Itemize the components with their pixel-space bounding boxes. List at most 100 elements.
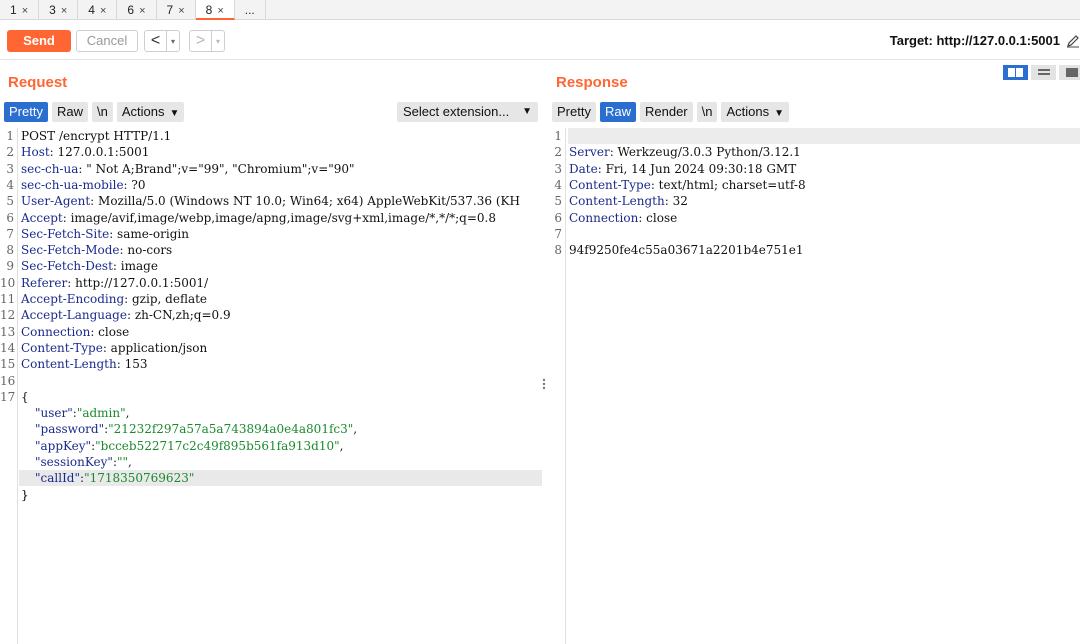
chevron-down-icon: ▼ bbox=[169, 108, 180, 119]
line-number: 7 bbox=[6, 226, 14, 241]
request-actions-menu[interactable]: Actions ▼ bbox=[116, 102, 185, 122]
request-title: Request bbox=[8, 74, 68, 91]
side-by-side-layout-icon[interactable] bbox=[1003, 65, 1028, 80]
tab-8[interactable]: 8 × bbox=[195, 0, 235, 20]
layout-toggles bbox=[1003, 65, 1080, 80]
single-pane-layout-icon[interactable] bbox=[1059, 65, 1080, 80]
close-tab-icon[interactable]: × bbox=[22, 5, 28, 17]
editor-line: Host: 127.0.0.1:5001 bbox=[21, 144, 149, 160]
tab-bar: 1 × 3 × 4 × 6 × 7 × 8 ×... bbox=[0, 0, 1080, 20]
header-value: image/avif,image/webp,image/apng,image/s… bbox=[66, 210, 496, 225]
request-tab-raw[interactable]: Raw bbox=[51, 102, 88, 122]
json-value: "admin" bbox=[76, 406, 126, 421]
header-value: Mozilla/5.0 (Windows NT 10.0; Win64; x64… bbox=[94, 194, 520, 209]
tab-overflow[interactable]: ... bbox=[235, 0, 266, 20]
editor-line: Sec-Fetch-Mode: no-cors bbox=[21, 242, 172, 258]
response-title: Response bbox=[556, 74, 628, 91]
header-value: http://127.0.0.1:5001/ bbox=[71, 275, 209, 290]
response-editor[interactable]: 1HTTP/1.1 200 OK2Server: Werkzeug/3.0.3 … bbox=[548, 128, 1080, 644]
tab-3[interactable]: 3 × bbox=[39, 0, 79, 20]
tab-4[interactable]: 4 × bbox=[78, 0, 118, 20]
tab-6[interactable]: 6 × bbox=[117, 0, 157, 20]
request-view-tabs: Pretty Raw \n Actions ▼ bbox=[4, 102, 185, 122]
back-arrow-icon[interactable]: < bbox=[145, 31, 167, 51]
request-editor[interactable]: 1 POST /encrypt HTTP/1.1 2 Host: 127.0.0.1:… bbox=[0, 128, 548, 644]
select-extension-dropdown[interactable]: Select extension... ▼ bbox=[397, 102, 538, 122]
editor-line: Content-Type: text/html; charset=utf-8 bbox=[569, 177, 806, 193]
header-name: Server bbox=[569, 145, 610, 160]
request-tab-newline[interactable]: \n bbox=[91, 102, 113, 122]
chevron-down-icon: ▼ bbox=[774, 108, 785, 119]
close-tab-icon[interactable]: × bbox=[61, 5, 67, 17]
line-number: 14 bbox=[0, 340, 16, 355]
close-tab-icon[interactable]: × bbox=[217, 5, 223, 17]
header-name: Content-Type bbox=[21, 340, 103, 355]
json-field: "callId":"1718350769623" bbox=[35, 470, 194, 486]
header-value: text/html; charset=utf-8 bbox=[654, 177, 806, 192]
header-value: same-origin bbox=[113, 226, 189, 241]
more-options-icon[interactable] bbox=[541, 377, 547, 391]
tab-7[interactable]: 7 × bbox=[157, 0, 196, 20]
json-key: "sessionKey" bbox=[35, 455, 113, 469]
header-name: sec-ch-ua-mobile bbox=[21, 177, 124, 192]
header-value: zh-CN,zh;q=0.9 bbox=[131, 308, 231, 323]
line-number: 8 bbox=[6, 243, 14, 258]
response-view-tabs: Pretty Raw Render \n Actions ▼ bbox=[552, 102, 790, 122]
response-tab-pretty[interactable]: Pretty bbox=[552, 102, 596, 122]
header-value: ?0 bbox=[127, 177, 146, 192]
close-tab-icon[interactable]: × bbox=[139, 5, 145, 17]
back-history-dropdown-icon[interactable]: ▾ bbox=[167, 31, 179, 51]
header-name: Connection bbox=[569, 210, 639, 225]
editor-line: Content-Length: 153 bbox=[21, 356, 147, 372]
request-tab-pretty[interactable]: Pretty bbox=[4, 102, 48, 122]
json-value: "bcceb522717c2c49f895b561fa913d10" bbox=[95, 438, 340, 453]
line-number: 10 bbox=[0, 275, 16, 290]
back-nav-group[interactable]: < ▾ bbox=[144, 30, 180, 52]
editor-line: Sec-Fetch-Site: same-origin bbox=[21, 226, 189, 242]
line-number: 5 bbox=[6, 194, 14, 209]
tab-1[interactable]: 1 × bbox=[0, 0, 40, 20]
header-name: Content-Type bbox=[569, 177, 651, 192]
editor-line: sec-ch-ua-mobile: ?0 bbox=[21, 177, 145, 193]
response-tab-newline[interactable]: \n bbox=[696, 102, 718, 122]
header-value: gzip, deflate bbox=[128, 292, 208, 306]
json-field: "appKey":"bcceb522717c2c49f895b561fa913d… bbox=[35, 438, 343, 454]
line-number: 1 bbox=[554, 129, 562, 143]
tab-label: 4 bbox=[88, 3, 95, 17]
editor-line: Accept: image/avif,image/webp,image/apng… bbox=[21, 210, 496, 226]
header-name: User-Agent bbox=[21, 194, 91, 209]
forward-arrow-icon[interactable]: > bbox=[190, 31, 212, 51]
editor-line: Accept-Language: zh-CN,zh;q=0.9 bbox=[21, 307, 231, 323]
json-trailing-comma: , bbox=[339, 438, 344, 453]
tab-label: 8 bbox=[205, 3, 213, 17]
json-trailing-comma: , bbox=[125, 406, 130, 421]
editor-line: Date: Fri, 14 Jun 2024 09:30:18 GMT bbox=[569, 161, 796, 177]
editor-line: Server: Werkzeug/3.0.3 Python/3.12.1 bbox=[569, 144, 801, 160]
forward-history-dropdown-icon[interactable]: ▾ bbox=[212, 31, 224, 51]
header-name: Content-Length bbox=[569, 194, 665, 209]
close-tab-icon[interactable]: × bbox=[178, 5, 184, 17]
line-number: 2 bbox=[6, 145, 14, 160]
header-name: Sec-Fetch-Mode bbox=[21, 243, 120, 258]
response-actions-menu[interactable]: Actions ▼ bbox=[721, 102, 790, 122]
json-field: "password":"21232f297a57a5a743894a0e4a80… bbox=[35, 421, 357, 437]
close-tab-icon[interactable]: × bbox=[100, 5, 106, 17]
editor-line: Content-Type: application/json bbox=[21, 340, 207, 356]
json-key: "appKey" bbox=[35, 438, 92, 453]
header-value: no-cors bbox=[123, 243, 173, 258]
editor-line: Referer: http://127.0.0.1:5001/ bbox=[21, 275, 208, 291]
response-tab-render[interactable]: Render bbox=[639, 102, 693, 122]
response-tab-raw[interactable]: Raw bbox=[599, 102, 636, 122]
header-value: 153 bbox=[120, 357, 148, 372]
tab-label: 6 bbox=[127, 3, 135, 17]
forward-nav-group[interactable]: > ▾ bbox=[189, 30, 225, 52]
json-value: "" bbox=[116, 455, 129, 469]
send-button[interactable]: Send bbox=[7, 30, 71, 52]
header-name: Referer bbox=[21, 275, 68, 290]
tab-label: ... bbox=[244, 3, 255, 17]
header-value: close bbox=[642, 210, 678, 225]
stacked-layout-icon[interactable] bbox=[1031, 65, 1056, 80]
edit-target-icon[interactable] bbox=[1066, 34, 1080, 48]
cancel-button[interactable]: Cancel bbox=[76, 30, 138, 52]
line-text: 94f9250fe4c55a03671a2201b4e751e1 bbox=[569, 243, 804, 258]
